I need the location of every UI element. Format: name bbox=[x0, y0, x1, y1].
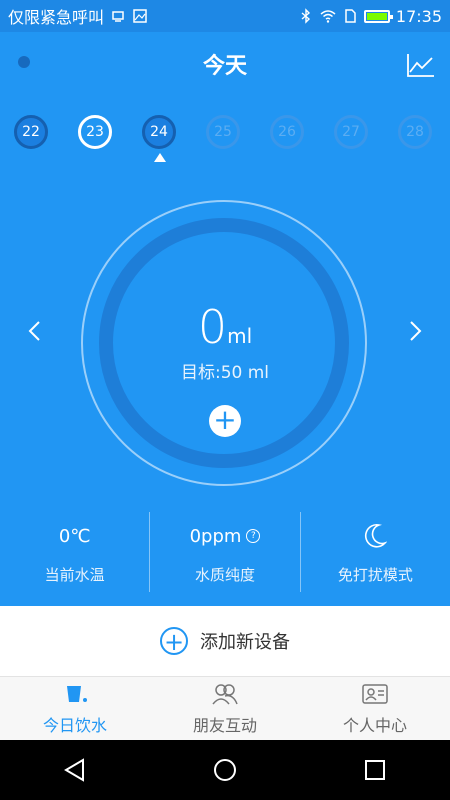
help-icon[interactable]: ? bbox=[246, 529, 261, 543]
usb-icon bbox=[112, 11, 124, 22]
stat-purity: 0ppm ? 水质纯度 bbox=[149, 512, 299, 592]
device-status-dot-icon bbox=[18, 56, 30, 68]
plus-circle-icon: + bbox=[160, 627, 188, 655]
friends-icon bbox=[212, 683, 238, 704]
intake-unit: ml bbox=[227, 324, 253, 348]
date-25[interactable]: 25 bbox=[206, 115, 240, 149]
temperature-label: 当前水温 bbox=[44, 566, 105, 584]
dnd-mode-label: 免打扰模式 bbox=[337, 566, 413, 584]
intake-amount: 0ml bbox=[0, 300, 450, 354]
tab-label-today-water: 今日饮水 bbox=[42, 715, 107, 735]
header: 今天 bbox=[0, 32, 450, 96]
add-device-label: 添加新设备 bbox=[200, 632, 290, 653]
purity-value: 0ppm bbox=[189, 525, 242, 547]
bottom-tab-bar: 今日饮水 朋友互动 个人中心 bbox=[0, 677, 450, 740]
chevron-left-icon[interactable] bbox=[24, 316, 44, 346]
sim-icon bbox=[345, 9, 356, 23]
intake-value: 0 bbox=[197, 300, 228, 354]
add-device-button[interactable]: + 添加新设备 bbox=[0, 606, 450, 677]
date-23[interactable]: 23 bbox=[78, 115, 112, 149]
status-bar: 仅限紧急呼叫 17:35 bbox=[0, 0, 450, 32]
image-icon bbox=[133, 9, 147, 23]
date-24[interactable]: 24 bbox=[142, 115, 176, 149]
water-cup-icon bbox=[67, 685, 87, 702]
purity-label: 水质纯度 bbox=[194, 566, 255, 584]
home-circle-icon[interactable] bbox=[211, 756, 239, 784]
profile-card-icon bbox=[362, 683, 388, 704]
bluetooth-icon bbox=[301, 8, 310, 24]
tab-friends[interactable]: 朋友互动 bbox=[150, 677, 300, 740]
stat-temperature: 0℃ 当前水温 bbox=[0, 512, 149, 592]
tab-profile[interactable]: 个人中心 bbox=[300, 677, 450, 740]
tab-label-profile: 个人中心 bbox=[342, 715, 407, 735]
clock: 17:35 bbox=[395, 6, 442, 26]
recents-square-icon[interactable] bbox=[361, 756, 389, 784]
stats-row: 0℃ 当前水温 0ppm ? 水质纯度 免打扰模式 bbox=[0, 512, 450, 592]
tab-label-friends: 朋友互动 bbox=[192, 715, 257, 735]
chevron-right-icon[interactable] bbox=[406, 316, 426, 346]
date-26[interactable]: 26 bbox=[270, 115, 304, 149]
battery-icon bbox=[363, 9, 393, 23]
stat-dnd-mode[interactable]: 免打扰模式 bbox=[299, 512, 450, 592]
date-selector: 22 23 24 25 26 27 28 bbox=[0, 110, 450, 158]
system-nav-bar bbox=[0, 740, 450, 800]
selected-date-marker-icon bbox=[154, 153, 166, 162]
moon-icon bbox=[365, 523, 388, 548]
date-28[interactable]: 28 bbox=[398, 115, 432, 149]
tab-today-water[interactable]: 今日饮水 bbox=[0, 677, 150, 740]
add-water-button[interactable]: + bbox=[209, 405, 241, 437]
trend-chart-icon[interactable] bbox=[406, 50, 436, 80]
intake-goal: 目标:50 ml bbox=[180, 363, 270, 383]
wifi-icon bbox=[320, 10, 336, 23]
date-22[interactable]: 22 bbox=[14, 115, 48, 149]
date-27[interactable]: 27 bbox=[334, 115, 368, 149]
status-left: 仅限紧急呼叫 bbox=[8, 4, 148, 28]
page-title: 今天 bbox=[202, 54, 247, 79]
temperature-value: 0℃ bbox=[58, 525, 91, 547]
status-right: 17:35 bbox=[298, 7, 442, 26]
back-triangle-icon[interactable] bbox=[61, 756, 89, 784]
carrier-text: 仅限紧急呼叫 bbox=[8, 8, 105, 27]
